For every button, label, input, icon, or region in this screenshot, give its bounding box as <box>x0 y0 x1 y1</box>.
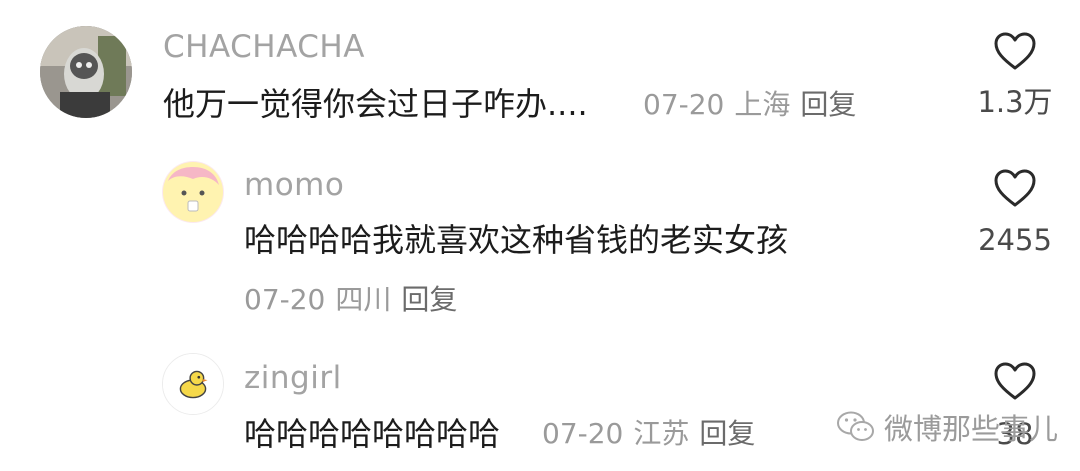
avatar[interactable] <box>162 353 224 415</box>
reply-button[interactable]: 回复 <box>800 88 856 121</box>
like-count: 2455 <box>978 223 1052 257</box>
reply-button[interactable]: 回复 <box>401 283 457 316</box>
comment-date: 07-20 <box>643 88 725 121</box>
comment-text[interactable]: 哈哈哈哈我就喜欢这种省钱的老实女孩 <box>244 224 788 256</box>
comment-location: 上海 <box>734 88 791 121</box>
comment-meta: 07-20 江苏 回复 <box>542 420 765 448</box>
comment-meta: 07-20 四川 回复 <box>244 286 467 314</box>
comment-location: 江苏 <box>633 417 690 450</box>
username[interactable]: momo <box>244 170 344 201</box>
comment-date: 07-20 <box>542 417 624 450</box>
username[interactable]: CHACHACHA <box>163 32 365 63</box>
like-heart-icon[interactable] <box>993 168 1037 208</box>
comment-location: 四川 <box>335 283 392 316</box>
like-count: 1.3万 <box>977 85 1053 119</box>
wechat-icon <box>837 411 874 441</box>
avatar[interactable] <box>162 161 224 223</box>
comment-text[interactable]: 他万一觉得你会过日子咋办.... <box>163 88 588 120</box>
watermark: 微博那些事儿 <box>836 407 1058 447</box>
username[interactable]: zingirl <box>244 363 342 394</box>
watermark-text: 微博那些事儿 <box>884 412 1059 446</box>
reply-button[interactable]: 回复 <box>699 417 755 450</box>
like-heart-icon[interactable] <box>993 361 1037 401</box>
comment-meta: 07-20 上海 回复 <box>643 91 866 119</box>
avatar[interactable] <box>40 26 132 118</box>
like-heart-icon[interactable] <box>993 31 1037 71</box>
comment-date: 07-20 <box>244 283 326 316</box>
comment-thread: CHACHACHA 他万一觉得你会过日子咋办.... 07-20 上海 回复 1.3… <box>0 0 1080 471</box>
comment-text[interactable]: 哈哈哈哈哈哈哈哈 <box>244 418 500 450</box>
